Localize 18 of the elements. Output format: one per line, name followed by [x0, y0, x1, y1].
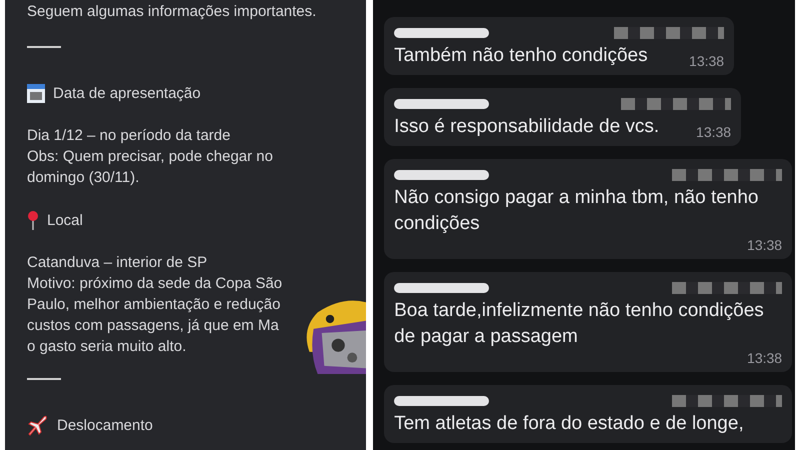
section-heading: Data de apresentação: [53, 84, 201, 104]
section-heading: Local: [47, 210, 83, 230]
message-text: Dia 1/12 – no período da tarde Obs: Quem precisar, pode chegar no domingo (30/11).: [27, 126, 273, 188]
message-text: Tem atletas de fora do estado e de longe,: [394, 412, 744, 436]
message-time: 13:38: [696, 124, 732, 140]
message-text: Boa tarde,infelizmente não tenho condições de pagar a passagem: [394, 299, 764, 349]
message-time: 13:38: [689, 53, 724, 69]
pin-icon: [27, 210, 39, 230]
message-text: Também não tenho condições: [394, 44, 648, 68]
message-time: 13:38: [747, 237, 782, 253]
message-time: 13:38: [747, 350, 782, 366]
airplane-icon: [27, 414, 49, 436]
calendar-icon: [27, 84, 45, 102]
section-heading: Deslocamento: [57, 416, 153, 436]
message-text: Isso é responsabilidade de vcs.: [394, 115, 660, 139]
message-text: Seguem algumas informações importantes.: [27, 2, 316, 22]
message-text: Catanduva – interior de SP Motivo: próximo da sede da Copa São Paulo, melhor ambientação e redução custos com passagens, já que em Ma o gasto seria muito alto.: [27, 253, 282, 357]
message-text: Não consigo pagar a minha tbm, não tenho condições: [394, 186, 758, 236]
